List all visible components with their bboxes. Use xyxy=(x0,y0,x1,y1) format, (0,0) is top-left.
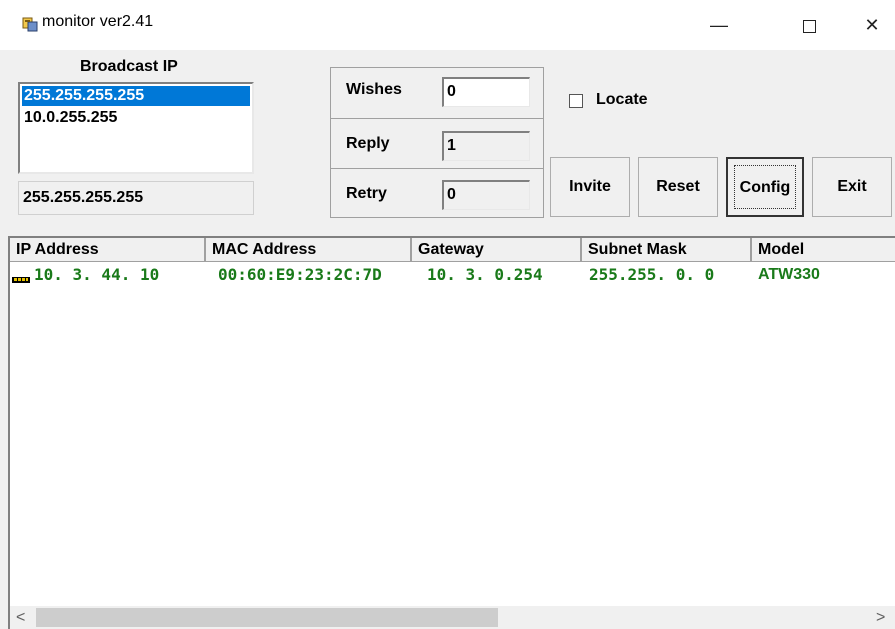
locate-label[interactable]: Locate xyxy=(596,91,648,109)
column-header-mac[interactable]: MAC Address xyxy=(206,238,412,262)
device-icon xyxy=(12,277,30,283)
locate-checkbox[interactable] xyxy=(569,94,583,108)
column-header-ip[interactable]: IP Address xyxy=(10,238,206,262)
maximize-button[interactable] xyxy=(786,10,832,40)
minimize-icon: — xyxy=(710,15,728,35)
close-button[interactable]: ✕ xyxy=(849,10,895,40)
reply-label: Reply xyxy=(346,135,390,152)
window-title: monitor ver2.41 xyxy=(42,13,154,30)
config-button[interactable]: Config xyxy=(726,157,804,217)
minimize-button[interactable]: — xyxy=(696,10,742,40)
app-icon xyxy=(22,17,38,32)
counters-group: Wishes 0 Reply 1 Retry 0 xyxy=(330,67,544,218)
reset-button[interactable]: Reset xyxy=(638,157,718,217)
scroll-thumb[interactable] xyxy=(36,608,498,627)
broadcast-ip-field[interactable]: 255.255.255.255 xyxy=(18,181,254,215)
invite-button[interactable]: Invite xyxy=(550,157,630,217)
retry-field: 0 xyxy=(442,180,530,210)
column-header-model[interactable]: Model xyxy=(752,238,895,262)
group-divider xyxy=(331,168,543,169)
broadcast-ip-list[interactable]: 255.255.255.255 10.0.255.255 xyxy=(18,82,254,174)
exit-button[interactable]: Exit xyxy=(812,157,892,217)
broadcast-ip-label: Broadcast IP xyxy=(80,58,178,75)
broadcast-ip-item-selected[interactable]: 255.255.255.255 xyxy=(22,86,250,106)
cell-model[interactable]: ATW330 xyxy=(758,264,820,286)
cell-ip[interactable]: 10. 3. 44. 10 xyxy=(34,264,159,286)
cell-mac[interactable]: 00:60:E9:23:2C:7D xyxy=(218,264,382,286)
column-header-subnet[interactable]: Subnet Mask xyxy=(582,238,752,262)
maximize-icon xyxy=(802,19,816,33)
title-bar: monitor ver2.41 — ✕ xyxy=(0,0,895,50)
group-divider xyxy=(331,118,543,119)
scroll-left-icon[interactable]: < xyxy=(16,606,32,629)
reply-field: 1 xyxy=(442,131,530,161)
device-table[interactable]: IP Address MAC Address Gateway Subnet Ma… xyxy=(8,236,895,629)
column-header-gateway[interactable]: Gateway xyxy=(412,238,582,262)
wishes-input[interactable]: 0 xyxy=(442,77,530,107)
horizontal-scrollbar[interactable]: < > xyxy=(10,606,895,629)
scroll-right-icon[interactable]: > xyxy=(876,606,892,629)
cell-gateway[interactable]: 10. 3. 0.254 xyxy=(427,264,543,286)
close-icon: ✕ xyxy=(864,15,880,35)
config-button-label: Config xyxy=(734,165,796,209)
wishes-label: Wishes xyxy=(346,81,402,98)
retry-label: Retry xyxy=(346,185,387,202)
broadcast-ip-item[interactable]: 10.0.255.255 xyxy=(22,108,250,128)
cell-subnet[interactable]: 255.255. 0. 0 xyxy=(589,264,714,286)
